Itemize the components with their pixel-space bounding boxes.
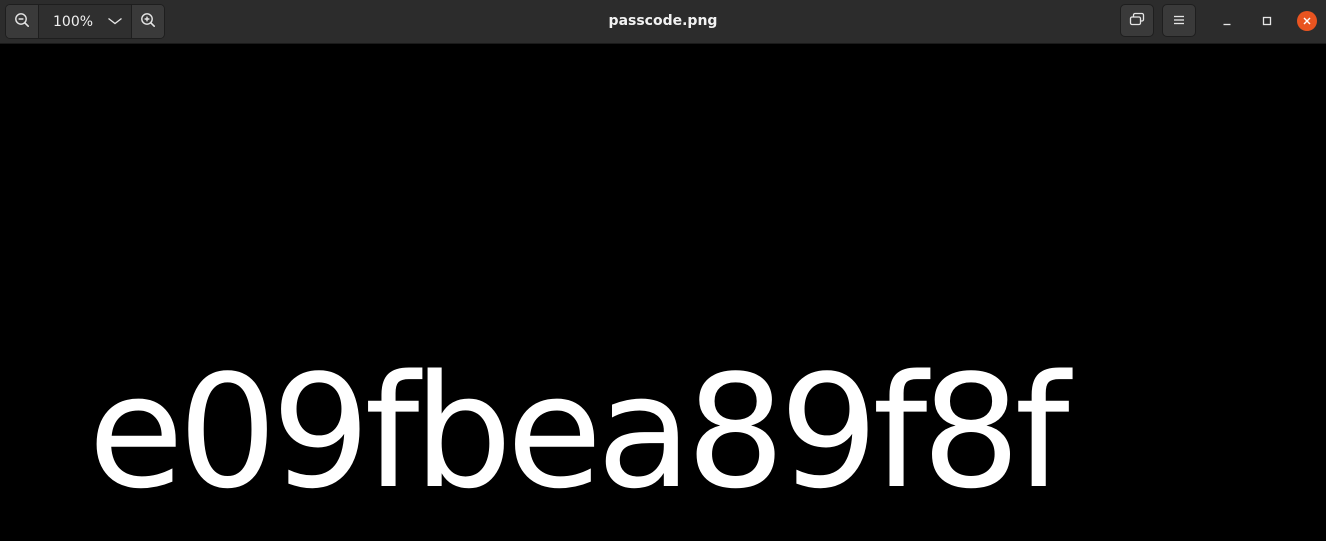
hamburger-menu-icon	[1172, 11, 1186, 30]
fit-window-button[interactable]	[1120, 4, 1154, 37]
close-icon	[1297, 11, 1317, 31]
image-canvas[interactable]: e09fbea89f8f	[0, 44, 1326, 541]
minimize-icon	[1221, 12, 1233, 31]
zoom-in-icon	[140, 12, 156, 32]
restore-icon	[1128, 11, 1146, 31]
chevron-down-icon	[107, 14, 123, 30]
header-bar: 100% passcode.png	[0, 0, 1326, 44]
maximize-icon	[1261, 12, 1273, 31]
zoom-level-value: 100%	[53, 13, 94, 30]
zoom-out-icon	[14, 12, 30, 32]
zoom-in-button[interactable]	[131, 5, 164, 38]
zoom-level-dropdown[interactable]: 100%	[39, 5, 131, 38]
image-viewer-window: 100% passcode.png e09fbea89f8f	[0, 0, 1326, 541]
maximize-button[interactable]	[1257, 11, 1277, 31]
main-menu-button[interactable]	[1162, 4, 1196, 37]
zoom-controls: 100%	[5, 4, 165, 39]
close-button[interactable]	[1297, 11, 1317, 31]
passcode-text: e09fbea89f8f	[88, 341, 1070, 523]
minimize-button[interactable]	[1217, 11, 1237, 31]
zoom-out-button[interactable]	[6, 5, 39, 38]
